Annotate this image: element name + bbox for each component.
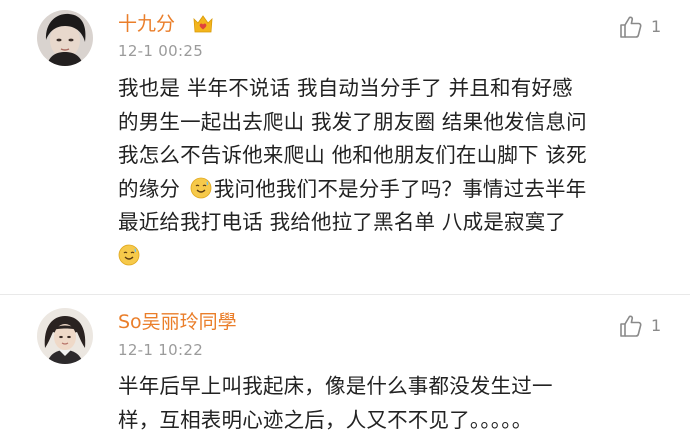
comment-line: 的男生一起出去爬山 我发了朋友圈 结果他发信息问 xyxy=(118,109,587,134)
comment-item: So吴丽玲同學 12-1 10:22 1 半年后早上叫我起床，像是什么事都没发生… xyxy=(0,296,690,444)
comment-line: 最近给我打电话 我给他拉了黑名单 八成是寂寞了 xyxy=(118,210,567,234)
comment-timestamp: 12-1 10:22 xyxy=(118,341,204,359)
thumbs-up-icon xyxy=(620,16,642,38)
comment-line: 我也是 半年不说话 我自动当分手了 并且和有好感 xyxy=(118,76,573,100)
comment-item: 十九分 12-1 00:25 1 我也是 半年不说话 我自动当分手了 并且和有好… xyxy=(0,0,690,294)
comment-line: 样，互相表明心迹之后，人又不不见了。。。。。 xyxy=(118,407,533,432)
crown-heart-badge-icon xyxy=(192,13,214,35)
like-button[interactable]: 1 xyxy=(618,313,668,339)
comment-text: 我也是 半年不说话 我自动当分手了 并且和有好感 的男生一起出去爬山 我发了朋友… xyxy=(118,72,678,273)
comment-text: 半年后早上叫我起床，像是什么事都没发生过一 样，互相表明心迹之后，人又不不见了。… xyxy=(118,370,678,437)
thumbs-up-icon xyxy=(620,315,642,337)
comment-line xyxy=(118,240,678,274)
username[interactable]: So吴丽玲同學 xyxy=(118,310,237,334)
avatar[interactable] xyxy=(37,308,93,364)
sweat-smile-emoji-icon xyxy=(118,244,140,265)
sweat-smile-emoji-icon xyxy=(190,177,212,198)
comment-line: 半年后早上叫我起床，像是什么事都没发生过一 xyxy=(118,374,553,398)
comment-timestamp: 12-1 00:25 xyxy=(118,42,204,60)
comment-line-segment: 我问他我们不是分手了吗？事情过去半年 xyxy=(213,176,587,201)
like-count: 1 xyxy=(651,316,662,335)
like-count: 1 xyxy=(651,17,662,36)
avatar[interactable] xyxy=(37,10,93,66)
comment-divider xyxy=(0,294,690,295)
comment-line: 我怎么不告诉他来爬山 他和他朋友们在山脚下 该死 xyxy=(118,143,587,167)
username[interactable]: 十九分 xyxy=(118,12,175,36)
comment-line-segment: 的缘分 xyxy=(118,176,181,201)
comment-line: 的缘分 我问他我们不是分手了吗？事情过去半年 xyxy=(118,173,678,207)
like-button[interactable]: 1 xyxy=(618,14,668,40)
